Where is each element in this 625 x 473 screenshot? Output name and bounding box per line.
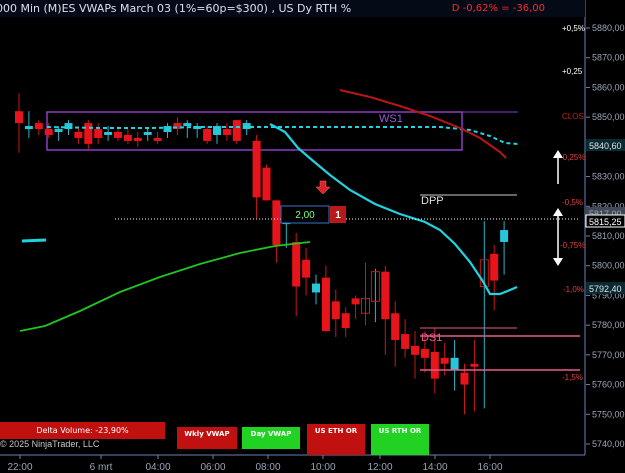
price-tick-label: 5870,00	[592, 53, 625, 63]
candle-body	[15, 111, 23, 124]
close-tag: CLOS	[562, 112, 584, 121]
percent-label: -1,0%	[563, 285, 584, 294]
day-vwap-button[interactable]: Day VWAP	[242, 427, 300, 449]
time-tick-label: 16:00	[477, 462, 502, 473]
price-tick-label: 5860,00	[592, 82, 625, 92]
current-price-marker: 5815,25	[589, 217, 622, 227]
candle-body	[94, 129, 103, 138]
candle-body	[222, 129, 231, 135]
candle-body	[114, 132, 122, 138]
price-tick-label: 5760,00	[592, 380, 625, 390]
candle-body	[183, 123, 192, 127]
dpp-label: DPP	[421, 195, 444, 207]
candle-body	[450, 357, 459, 370]
candle-body	[232, 120, 241, 141]
candle-body	[104, 132, 113, 135]
position-badge-label: 1	[335, 210, 341, 221]
candle-body	[500, 230, 509, 242]
green-price-marker: 5792,40	[589, 284, 622, 294]
candle-body	[44, 129, 53, 135]
price-tick-label: 5780,00	[592, 320, 625, 330]
candle-body	[252, 140, 261, 198]
candle-body	[133, 137, 142, 141]
chart-title-bar: 000 Min (M)ES VWAPs March 03 (1%=60p=$30…	[0, 0, 585, 17]
percent-label: +0,25	[562, 67, 583, 76]
candle-body	[272, 200, 281, 245]
time-tick-label: 22:00	[7, 462, 32, 473]
delta-volume-button[interactable]: Delta Volume: -23,90%	[0, 422, 165, 439]
price-axis: 5880,005870,005860,005850,005840,005830,…	[585, 23, 625, 449]
us-eth-or-button[interactable]: US ETH OR	[307, 424, 365, 455]
time-tick-label: 04:00	[145, 462, 170, 473]
price-tick-label: 5850,00	[592, 112, 625, 122]
candle-body	[321, 277, 330, 332]
price-chart[interactable]: 2,00 1 5880,00 5870,00 5860,00 5850,00 5840,…	[0, 0, 625, 473]
candle-body	[54, 129, 63, 132]
candle-body	[440, 357, 449, 364]
percent-labels: +0,5% +0,25 -0,25% -0,5% -0,75% -1,0% -1,5%	[560, 24, 585, 382]
candle-body	[341, 313, 350, 329]
chart-title: 000 Min (M)ES VWAPs March 03 (1%=60p=$30…	[0, 2, 352, 15]
candle-body	[381, 271, 390, 320]
candle-body	[203, 129, 212, 141]
us-rth-or-button[interactable]: US RTH OR	[371, 424, 429, 455]
candle-body	[411, 345, 419, 355]
price-tick-label: 5770,00	[592, 350, 625, 360]
candlestick-series	[15, 93, 509, 415]
time-tick-label: 12:00	[367, 462, 392, 473]
candle-body	[470, 363, 479, 367]
candle-body	[420, 348, 429, 358]
time-tick-label: 10:00	[310, 462, 335, 473]
percent-label: -1,5%	[562, 373, 583, 382]
weekly-vwap-button[interactable]: Wkly VWAP	[177, 427, 237, 449]
price-tick-label: 5810,00	[592, 231, 625, 241]
candle-body	[143, 132, 152, 135]
time-tick-label: 06:00	[200, 462, 225, 473]
premarket-vwap-stub	[21, 238, 47, 243]
percent-label: +0,5%	[562, 24, 585, 33]
position-qty-label: 2,00	[295, 210, 315, 221]
time-axis: 22:00 6 mrt 04:00 06:00 08:00 10:00 12:00 14:00…	[7, 455, 503, 473]
price-tick-label: 5740,00	[592, 439, 625, 449]
candle-body	[262, 167, 271, 201]
down-arrow-icon	[553, 258, 563, 266]
candle-body	[74, 132, 83, 138]
up-arrow-icon	[553, 208, 563, 216]
candle-body	[460, 372, 469, 385]
candle-body	[34, 123, 43, 130]
candle-body	[430, 351, 439, 379]
candle-body	[302, 259, 311, 278]
ws1-vwap-price-marker: 5840,60	[589, 141, 622, 151]
percent-label: -0,5%	[562, 198, 583, 207]
candle-body	[331, 301, 340, 320]
candle-body	[391, 313, 400, 340]
candle-body	[84, 123, 93, 144]
candle-body	[123, 134, 132, 141]
time-tick-label: 6 mrt	[90, 462, 113, 473]
candle-body	[312, 283, 320, 293]
price-tick-label: 5830,00	[592, 172, 625, 182]
time-tick-label: 08:00	[255, 462, 280, 473]
sell-arrow-icon	[315, 180, 331, 195]
price-tick-label: 5880,00	[592, 23, 625, 33]
percent-label: -0,75%	[560, 241, 585, 250]
daily-change-label: D -0,62% = -36,00	[451, 3, 545, 14]
copyright-label: © 2025 NinjaTrader, LLC	[0, 439, 100, 449]
weekly-vwap-line	[339, 89, 507, 159]
candle-body	[292, 241, 301, 287]
price-tick-label: 5800,00	[592, 261, 625, 271]
candle-body	[401, 334, 410, 349]
ds1-label: DS1	[421, 332, 442, 344]
percent-label: -0,25%	[560, 153, 585, 162]
time-tick-label: 14:00	[422, 462, 447, 473]
candle-body	[24, 126, 33, 130]
candle-body	[351, 298, 360, 305]
ws1-label: WS1	[379, 113, 403, 125]
price-tick-label: 5750,00	[592, 409, 625, 419]
candle-body	[490, 253, 499, 281]
candle-body	[153, 137, 162, 141]
green-vwap-line	[19, 241, 311, 332]
